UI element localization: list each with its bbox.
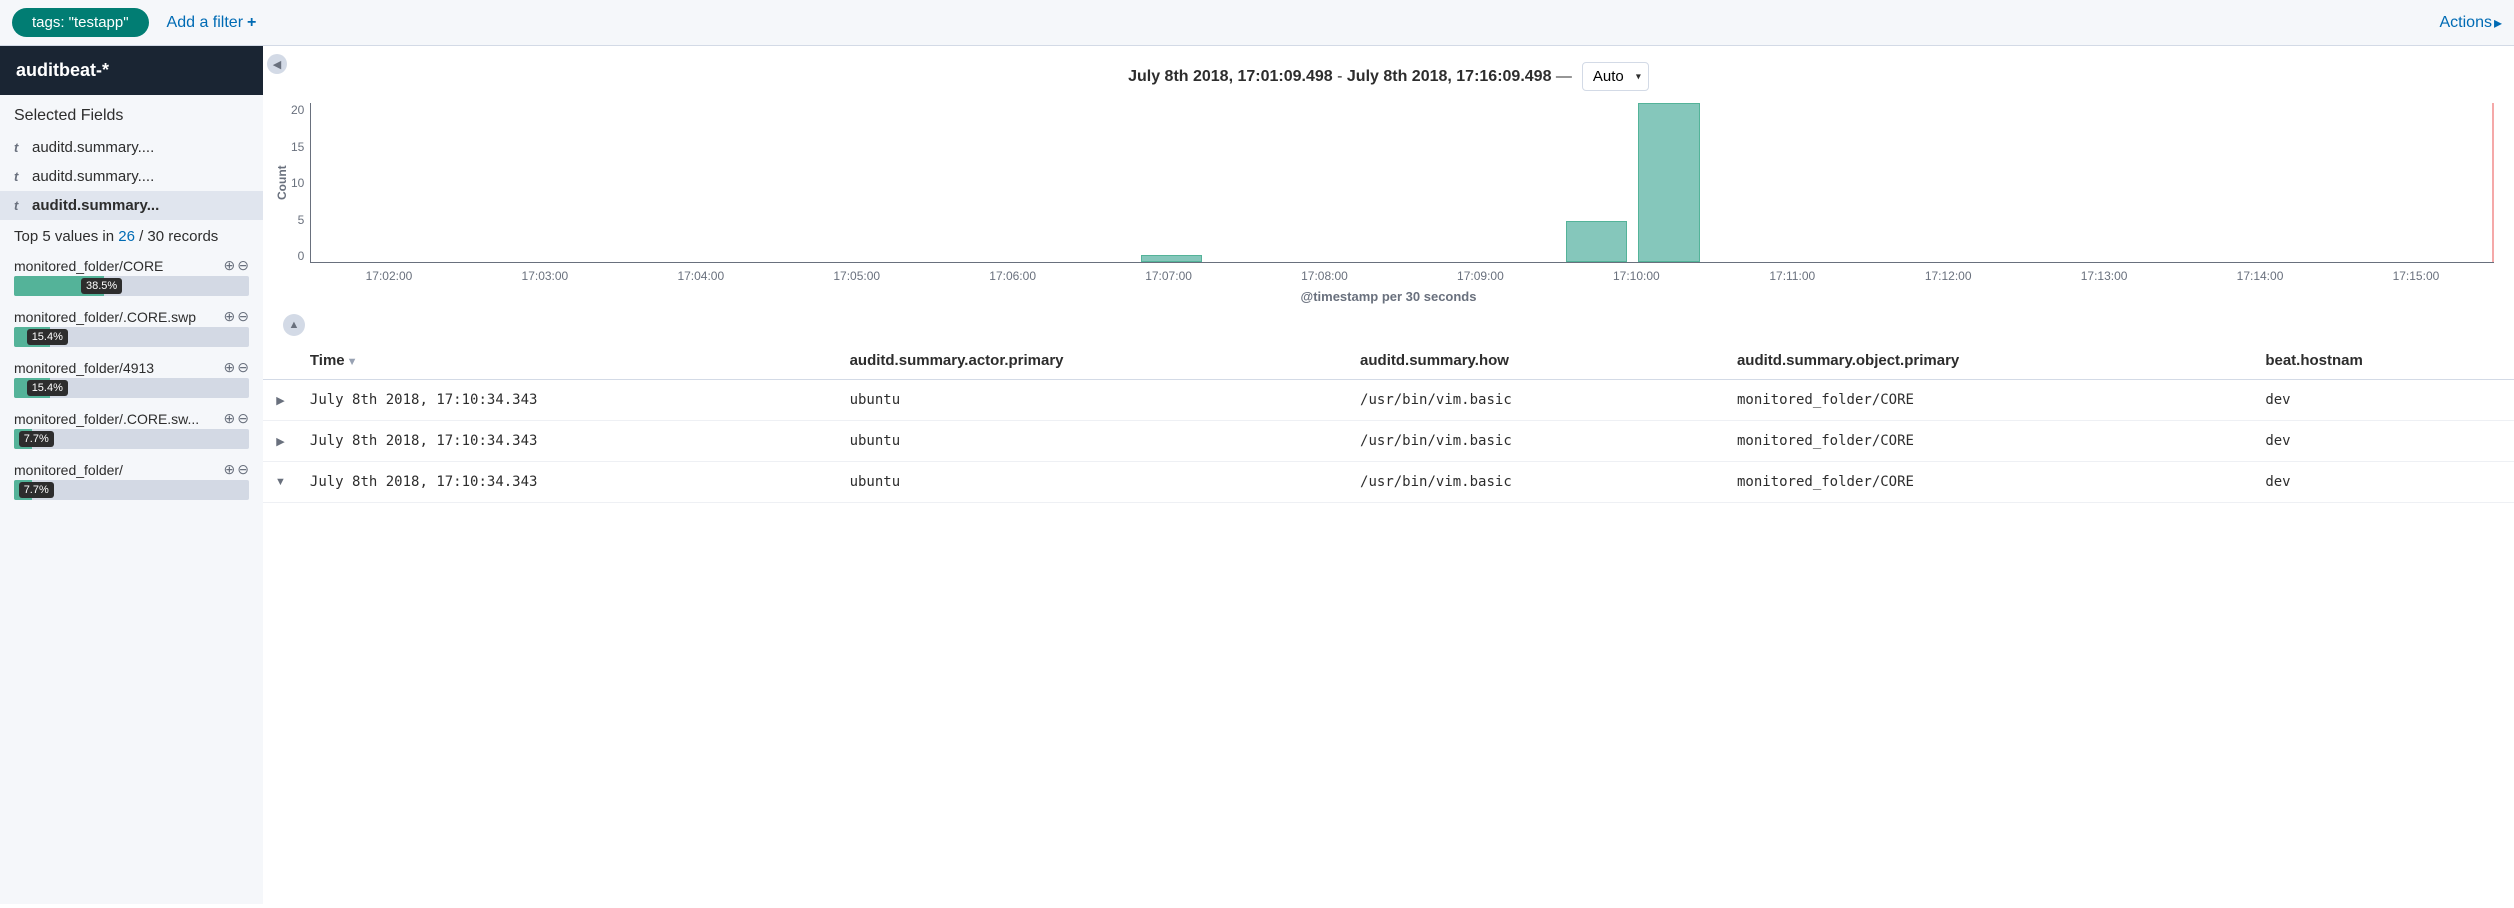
field-type-icon: t (14, 169, 32, 184)
top-values-summary: Top 5 values in 26 / 30 records (0, 220, 263, 253)
value-bar: 38.5% (14, 276, 249, 296)
plus-icon: + (247, 14, 256, 32)
collapse-sidebar-button[interactable]: ◀ (267, 54, 287, 74)
cell-time: July 8th 2018, 17:10:34.343 (298, 380, 838, 421)
expand-row-toggle[interactable]: ▶ (263, 421, 298, 462)
chart-right-edge (2492, 103, 2494, 262)
value-label: monitored_folder/4913 (14, 360, 224, 376)
cell-object: monitored_folder/CORE (1725, 462, 2253, 503)
histogram-chart: Count 20151050 (263, 103, 2514, 263)
cell-actor: ubuntu (838, 380, 1348, 421)
results-table: Time▼auditd.summary.actor.primaryauditd.… (263, 342, 2514, 503)
y-axis-label: Count (273, 103, 291, 263)
histogram-bar[interactable] (1566, 221, 1627, 262)
column-header[interactable]: auditd.summary.how (1348, 342, 1725, 380)
zoom-out-icon[interactable]: ⊖ (237, 359, 249, 376)
zoom-in-icon[interactable]: ⊕ (224, 359, 236, 376)
time-from: July 8th 2018, 17:01:09.498 (1128, 68, 1333, 85)
chevron-left-icon: ◀ (273, 58, 281, 71)
chevron-right-icon: ▸ (2494, 13, 2502, 33)
column-header[interactable]: auditd.summary.actor.primary (838, 342, 1348, 380)
selected-fields-title: Selected Fields (0, 95, 263, 133)
field-type-icon: t (14, 198, 32, 213)
field-value-item: monitored_folder/.CORE.sw... ⊕ ⊖ 7.7% (0, 406, 263, 457)
zoom-out-icon[interactable]: ⊖ (237, 257, 249, 274)
cell-host: dev (2253, 421, 2514, 462)
x-axis-label: @timestamp per 30 seconds (263, 289, 2514, 304)
zoom-out-icon[interactable]: ⊖ (237, 461, 249, 478)
sort-desc-icon: ▼ (347, 356, 358, 368)
expand-row-toggle[interactable]: ▼ (263, 462, 298, 503)
cell-object: monitored_folder/CORE (1725, 421, 2253, 462)
table-row: ▼ July 8th 2018, 17:10:34.343 ubuntu /us… (263, 462, 2514, 503)
index-pattern-header[interactable]: auditbeat-* (0, 46, 263, 95)
field-name: auditd.summary.... (32, 139, 249, 156)
zoom-out-icon[interactable]: ⊖ (237, 308, 249, 325)
cell-object: monitored_folder/CORE (1725, 380, 2253, 421)
histogram-bar[interactable] (1638, 103, 1699, 262)
cell-time: July 8th 2018, 17:10:34.343 (298, 421, 838, 462)
cell-actor: ubuntu (838, 462, 1348, 503)
column-header[interactable]: Time▼ (298, 342, 838, 380)
field-name: auditd.summary... (32, 197, 249, 214)
time-to: July 8th 2018, 17:16:09.498 (1347, 68, 1552, 85)
value-bar: 7.7% (14, 429, 249, 449)
field-name: auditd.summary.... (32, 168, 249, 185)
cell-actor: ubuntu (838, 421, 1348, 462)
cell-host: dev (2253, 462, 2514, 503)
zoom-in-icon[interactable]: ⊕ (224, 410, 236, 427)
column-header[interactable]: auditd.summary.object.primary (1725, 342, 2253, 380)
collapse-chart-button[interactable]: ▲ (283, 314, 305, 336)
y-axis-ticks: 20151050 (291, 103, 310, 263)
x-axis-ticks: 17:02:0017:03:0017:04:0017:05:0017:06:00… (263, 269, 2514, 283)
value-label: monitored_folder/CORE (14, 258, 224, 274)
field-row[interactable]: tauditd.summary.... (0, 133, 263, 162)
value-bar: 15.4% (14, 327, 249, 347)
cell-how: /usr/bin/vim.basic (1348, 462, 1725, 503)
cell-how: /usr/bin/vim.basic (1348, 380, 1725, 421)
interval-select[interactable]: Auto (1582, 62, 1649, 91)
histogram-bar[interactable] (1141, 255, 1202, 262)
table-row: ▶ July 8th 2018, 17:10:34.343 ubuntu /us… (263, 421, 2514, 462)
value-bar: 15.4% (14, 378, 249, 398)
zoom-in-icon[interactable]: ⊕ (224, 308, 236, 325)
value-label: monitored_folder/.CORE.sw... (14, 411, 224, 427)
chart-plot-area[interactable] (310, 103, 2494, 263)
actions-link[interactable]: Actions ▸ (2440, 13, 2503, 33)
main-content: ◀ July 8th 2018, 17:01:09.498 - July 8th… (263, 46, 2514, 904)
cell-time: July 8th 2018, 17:10:34.343 (298, 462, 838, 503)
field-value-item: monitored_folder/4913 ⊕ ⊖ 15.4% (0, 355, 263, 406)
cell-how: /usr/bin/vim.basic (1348, 421, 1725, 462)
sidebar: auditbeat-* Selected Fields tauditd.summ… (0, 46, 263, 904)
column-header[interactable]: beat.hostnam (2253, 342, 2514, 380)
expand-row-toggle[interactable]: ▶ (263, 380, 298, 421)
field-type-icon: t (14, 140, 32, 155)
value-label: monitored_folder/ (14, 462, 224, 478)
value-label: monitored_folder/.CORE.swp (14, 309, 224, 325)
filter-pill[interactable]: tags: "testapp" (12, 8, 149, 37)
field-row[interactable]: tauditd.summary.... (0, 162, 263, 191)
field-value-item: monitored_folder/ ⊕ ⊖ 7.7% (0, 457, 263, 508)
chevron-up-icon: ▲ (289, 319, 300, 331)
top-filter-bar: tags: "testapp" Add a filter + Actions ▸ (0, 0, 2514, 46)
add-filter-label: Add a filter (167, 14, 243, 32)
add-filter-button[interactable]: Add a filter + (167, 14, 257, 32)
zoom-in-icon[interactable]: ⊕ (224, 257, 236, 274)
table-row: ▶ July 8th 2018, 17:10:34.343 ubuntu /us… (263, 380, 2514, 421)
zoom-in-icon[interactable]: ⊕ (224, 461, 236, 478)
value-bar: 7.7% (14, 480, 249, 500)
top-values-count-link[interactable]: 26 (118, 228, 135, 245)
field-row[interactable]: tauditd.summary... (0, 191, 263, 220)
actions-label: Actions (2440, 14, 2492, 32)
field-value-item: monitored_folder/.CORE.swp ⊕ ⊖ 15.4% (0, 304, 263, 355)
cell-host: dev (2253, 380, 2514, 421)
field-value-item: monitored_folder/CORE ⊕ ⊖ 38.5% (0, 253, 263, 304)
zoom-out-icon[interactable]: ⊖ (237, 410, 249, 427)
time-range-header: July 8th 2018, 17:01:09.498 - July 8th 2… (263, 62, 2514, 91)
